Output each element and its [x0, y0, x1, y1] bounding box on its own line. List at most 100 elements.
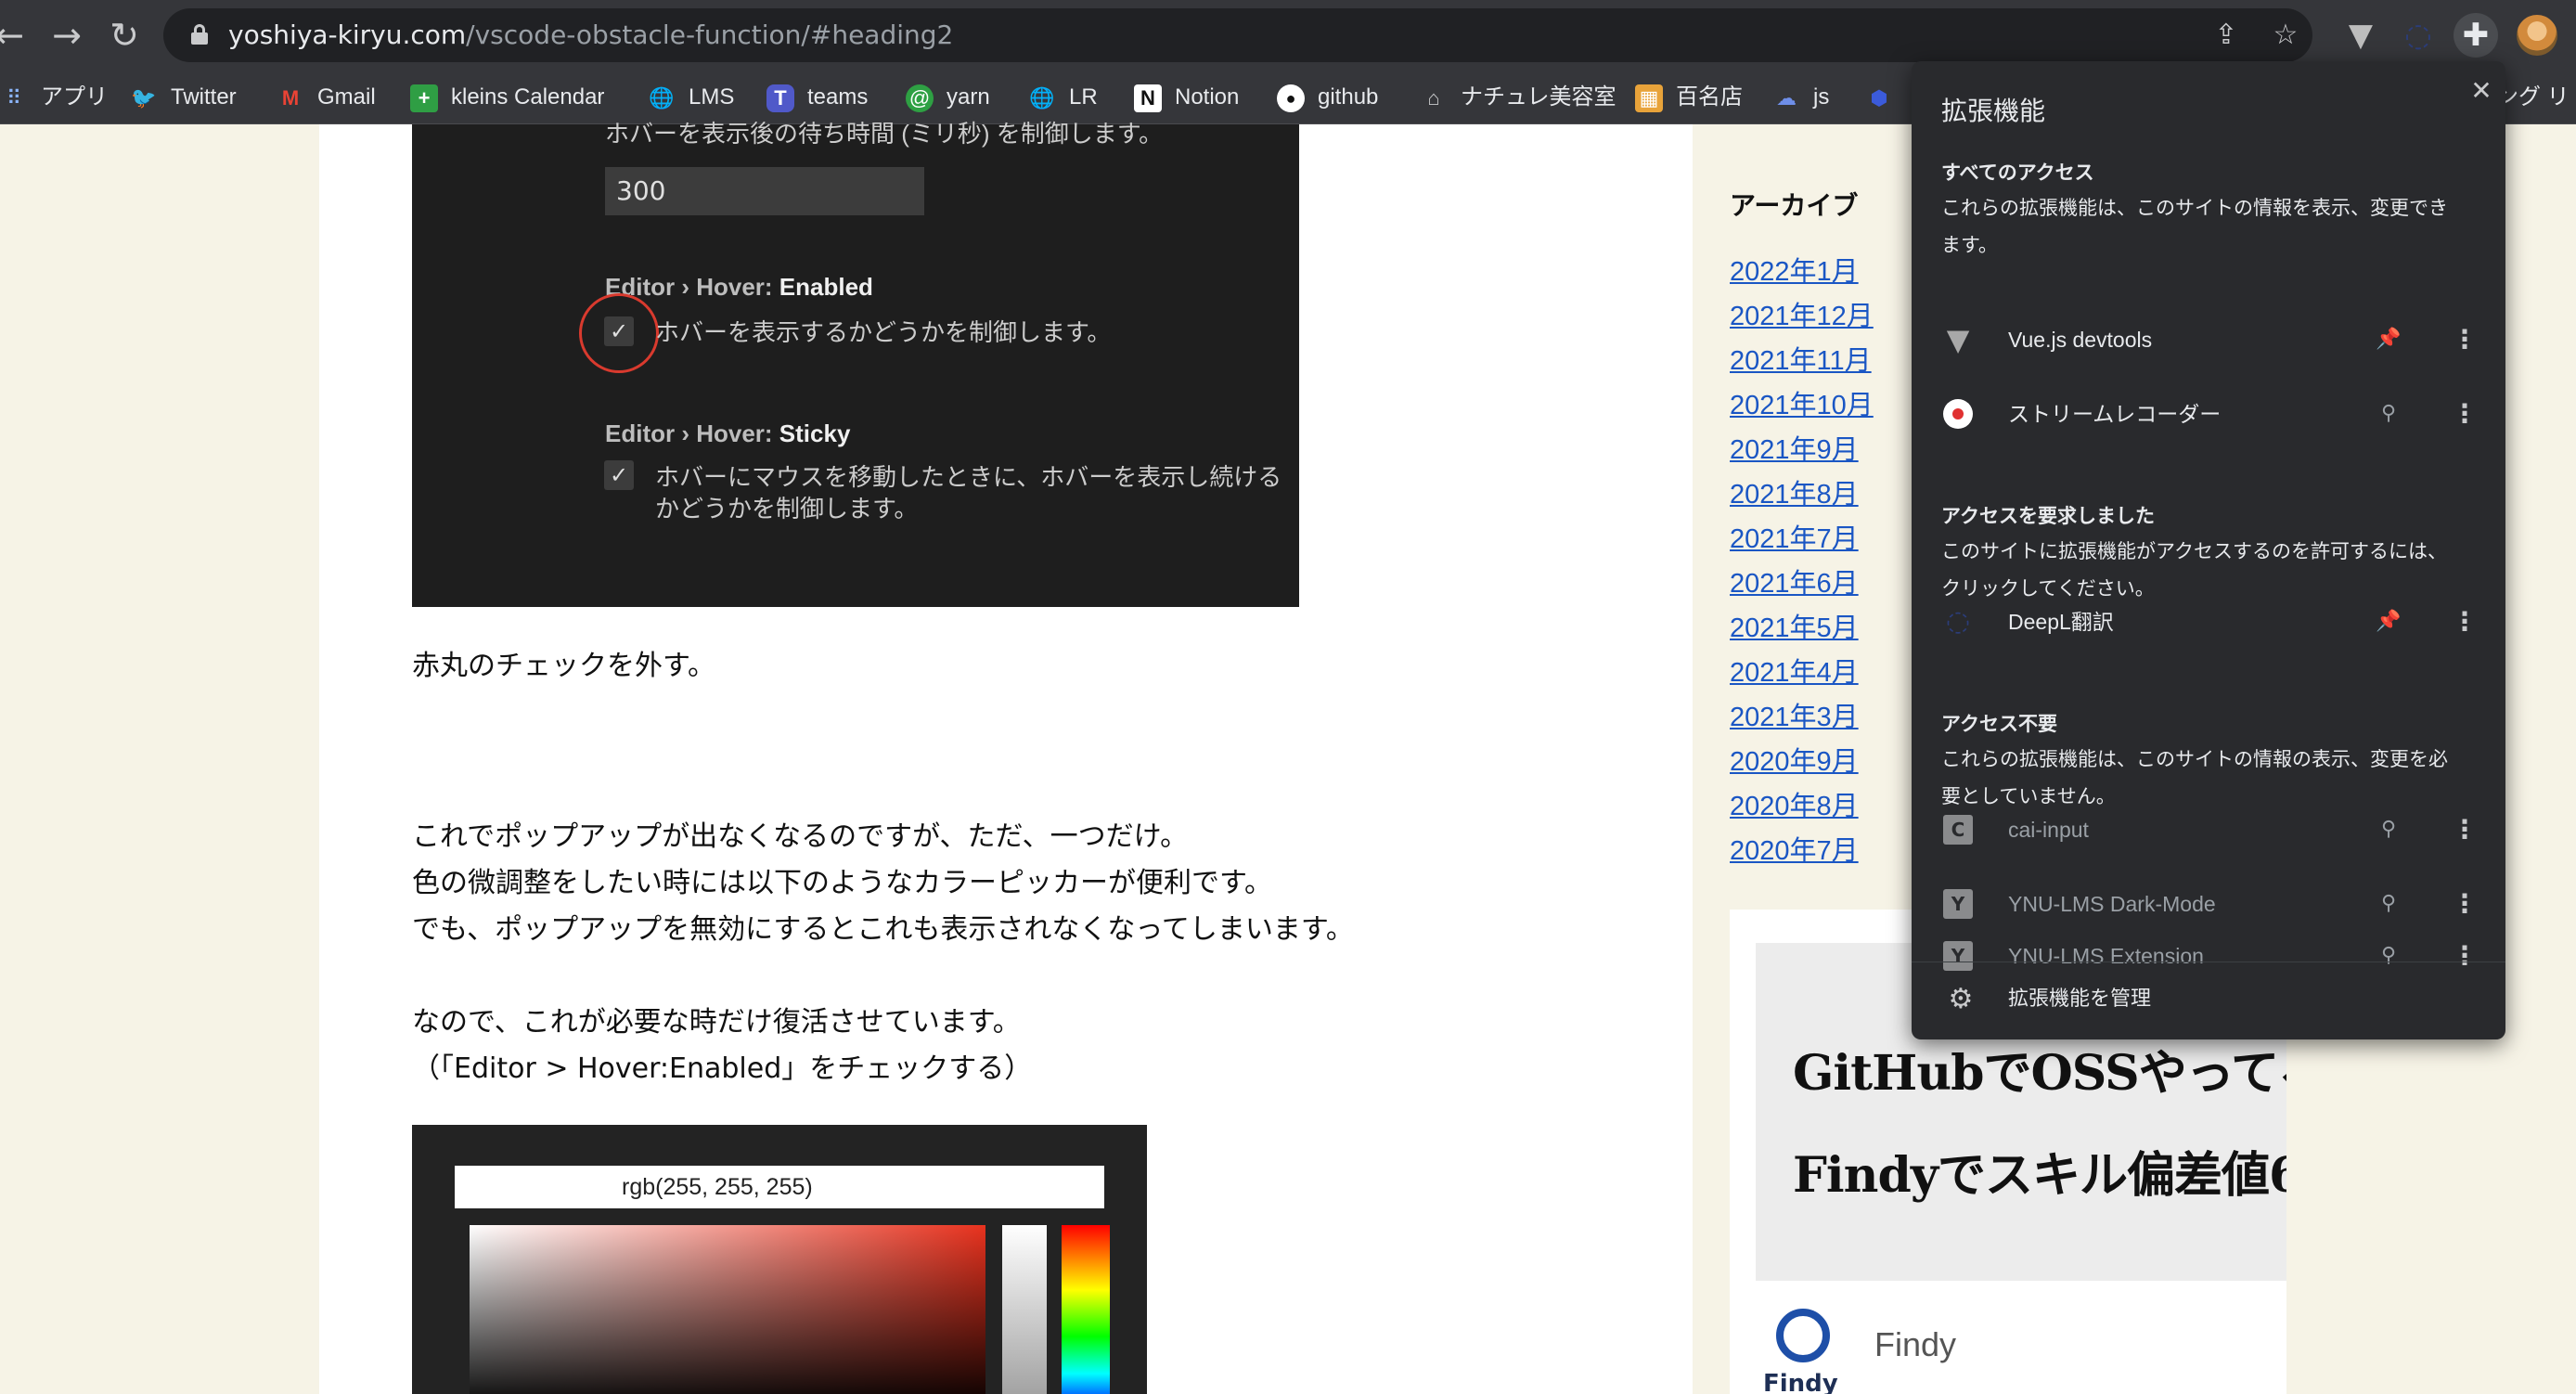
archive-item: 2021年4月	[1730, 650, 1874, 694]
share-icon[interactable]: ⇪	[2209, 18, 2244, 53]
tabelog-icon: ▦	[1635, 84, 1663, 112]
vscode-settings-screenshot: ホバーを表示後の待ち時間 (ミリ秒) を制御します。 300 Editor › …	[412, 120, 1299, 607]
bookmark-kleins-calendar[interactable]: + kleins Calendar	[410, 71, 605, 123]
bookmark-apps[interactable]: ⠿ アプリ	[0, 71, 108, 123]
vue-devtools-toolbar-icon[interactable]: ▼	[2338, 13, 2383, 58]
url-text[interactable]: yoshiya-kiryu.com/vscode-obstacle-functi…	[228, 8, 953, 62]
record-icon	[1943, 399, 1973, 429]
address-bar[interactable]: yoshiya-kiryu.com/vscode-obstacle-functi…	[163, 8, 2312, 62]
archive-link[interactable]: 2021年12月	[1730, 302, 1874, 331]
hover-sticky-checkbox: ✓	[604, 460, 634, 490]
section-no-access-heading: アクセス不要	[1941, 713, 2057, 735]
extension-item-vue-devtools[interactable]: ▼ Vue.js devtools 📌 ⋮	[1912, 303, 2505, 377]
extension-item-deepl[interactable]: ◌ DeepL翻訳 📌 ⋮	[1912, 585, 2505, 659]
ad-headline-1: GitHubでOSSやってる人な	[1793, 1045, 2286, 1102]
archive-item: 2020年7月	[1730, 828, 1874, 872]
archive-link[interactable]: 2021年4月	[1730, 658, 1859, 688]
archive-link[interactable]: 2021年11月	[1730, 346, 1872, 376]
extensions-popup: 拡張機能 ✕ すべてのアクセス これらの拡張機能は、このサイトの情報を表示、変更…	[1912, 61, 2505, 1039]
more-vert-icon[interactable]: ⋮	[2450, 811, 2479, 848]
bookmark-github[interactable]: ● github	[1277, 71, 1378, 123]
bookmark-label: kleins Calendar	[451, 84, 605, 110]
notion-icon: N	[1134, 84, 1162, 112]
calendar-icon: +	[410, 84, 438, 112]
profile-avatar[interactable]	[2517, 15, 2557, 56]
bookmark-label: 百名店	[1676, 84, 1743, 110]
paragraph: なので、これが必要な時だけ復活させています。	[412, 1006, 1021, 1039]
bookmark-js[interactable]: ☁ js	[1772, 71, 1829, 123]
globe-icon: 🌐	[649, 85, 675, 110]
bookmark-label: ング リ	[2496, 84, 2570, 110]
bookmark-label: Twitter	[171, 84, 237, 110]
bookmark-truncated[interactable]: ング リ	[2496, 71, 2570, 123]
bookmark-label: teams	[807, 84, 869, 110]
archive-item: 2021年10月	[1730, 382, 1874, 427]
paragraph: これでポップアップが出なくなるのですが、ただ、一つだけ。	[412, 820, 1189, 853]
ad-headline-2: Findyでスキル偏差値60以上出	[1793, 1147, 2286, 1204]
paragraph: 色の微調整をしたい時には以下のようなカラーピッカーが便利です。	[412, 867, 1272, 899]
extension-item-stream-recorder[interactable]: ストリームレコーダー ⚲ ⋮	[1912, 377, 2505, 451]
archive-link[interactable]: 2021年6月	[1730, 569, 1859, 599]
cloud-icon: ☁	[1776, 85, 1797, 110]
pin-outline-icon[interactable]: ⚲	[2370, 395, 2407, 432]
findy-logo-icon: Findy	[1763, 1309, 1839, 1394]
vue-logo-icon: ▼	[1946, 322, 1970, 357]
extension-name: cai-input	[2008, 818, 2089, 842]
archive-link[interactable]: 2021年8月	[1730, 480, 1859, 510]
forward-arrow-icon[interactable]: →	[45, 13, 89, 58]
shield-icon: ⬢	[1870, 85, 1888, 110]
pin-outline-icon[interactable]: ⚲	[2370, 811, 2407, 848]
reload-icon[interactable]: ↻	[102, 13, 147, 58]
archive-link[interactable]: 2020年9月	[1730, 747, 1859, 777]
extension-item-cai-input[interactable]: C cai-input ⚲ ⋮	[1912, 793, 2505, 867]
section-full-access-heading: すべてのアクセス	[1941, 161, 2094, 184]
section-requested-heading: アクセスを要求しました	[1941, 505, 2155, 527]
archive-item: 2021年7月	[1730, 516, 1874, 561]
manage-extensions-button[interactable]: ⚙ 拡張機能を管理	[1912, 963, 2505, 1039]
archive-item: 2021年11月	[1730, 338, 1874, 382]
section-full-access-desc: これらの拡張機能は、このサイトの情報を表示、変更できます。	[1941, 197, 2448, 256]
apps-grid-icon: ⠿	[6, 85, 22, 110]
bookmark-extra[interactable]: ⬢	[1865, 71, 1906, 123]
bookmark-label: アプリ	[41, 84, 108, 110]
paragraph: （「Editor > Hover:Enabled」をチェックする）	[412, 1052, 1033, 1085]
bookmark-twitter[interactable]: 🐦 Twitter	[130, 71, 237, 123]
archive-link[interactable]: 2020年8月	[1730, 792, 1859, 821]
archive-link[interactable]: 2021年10月	[1730, 391, 1874, 420]
pin-icon[interactable]: 📌	[2370, 321, 2407, 358]
hover-sticky-title: Editor › Hover: Sticky	[605, 419, 851, 447]
more-vert-icon[interactable]: ⋮	[2450, 603, 2479, 640]
deepl-icon: ◌	[1945, 605, 1971, 638]
archive-link[interactable]: 2021年5月	[1730, 613, 1859, 643]
hover-sticky-desc-1: ホバーにマウスを移動したときに、ホバーを表示し続ける	[655, 463, 1282, 491]
deepl-toolbar-icon[interactable]: ◌	[2396, 13, 2441, 58]
archive-item: 2021年5月	[1730, 605, 1874, 650]
archive-link[interactable]: 2022年1月	[1730, 257, 1859, 287]
bookmark-label: Gmail	[317, 84, 376, 110]
pin-icon[interactable]: 📌	[2370, 603, 2407, 640]
bookmark-nature-salon[interactable]: ⌂ ナチュレ美容室	[1420, 71, 1616, 123]
archive-item: 2021年9月	[1730, 427, 1874, 471]
color-value-field: rgb(255, 255, 255)	[455, 1166, 1104, 1208]
archive-link[interactable]: 2021年7月	[1730, 524, 1859, 554]
back-arrow-icon[interactable]: ←	[0, 13, 32, 58]
hover-delay-value: 300	[616, 175, 666, 206]
findy-name: Findy	[1874, 1325, 1957, 1363]
archive-link[interactable]: 2021年9月	[1730, 435, 1859, 465]
more-vert-icon[interactable]: ⋮	[2450, 395, 2479, 432]
archive-link[interactable]: 2021年3月	[1730, 703, 1859, 732]
bookmark-label: ナチュレ美容室	[1461, 84, 1616, 110]
lock-icon[interactable]	[191, 24, 208, 45]
close-icon[interactable]: ✕	[2463, 72, 2500, 110]
extension-name: Vue.js devtools	[2008, 328, 2153, 352]
archive-title: アーカイブ	[1730, 190, 1859, 221]
extensions-puzzle-icon[interactable]: ✚	[2454, 13, 2498, 58]
teams-icon: T	[766, 84, 794, 112]
archive-item: 2020年9月	[1730, 739, 1874, 783]
archive-link[interactable]: 2020年7月	[1730, 836, 1859, 866]
bookmark-hyakumeiten[interactable]: ▦ 百名店	[1635, 71, 1743, 123]
letter-c-icon: C	[1943, 815, 1973, 845]
bookmark-star-icon[interactable]: ☆	[2268, 18, 2303, 53]
bookmark-gmail[interactable]: M Gmail	[277, 71, 376, 123]
more-vert-icon[interactable]: ⋮	[2450, 321, 2479, 358]
